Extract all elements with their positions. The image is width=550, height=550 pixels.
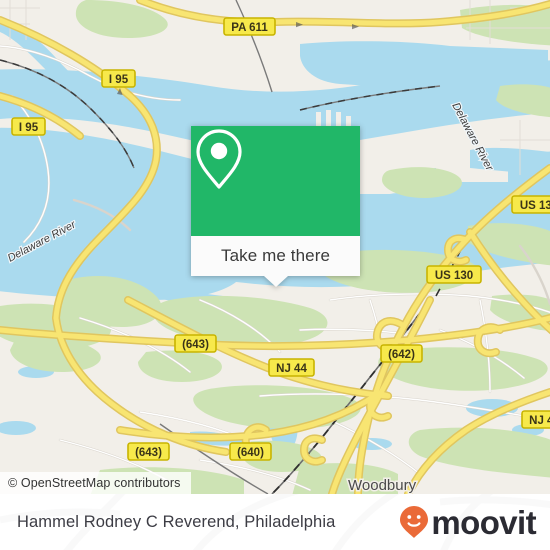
road-shield-label: I 95	[19, 122, 39, 134]
road-shield: NJ 47	[521, 410, 550, 429]
road-shield-label: US 130	[520, 200, 550, 212]
place-label: Woodbury	[348, 477, 417, 494]
road-shield: (642)	[380, 344, 423, 363]
road-shield-label: I 95	[109, 74, 129, 86]
screenshot-root: Delaware River Delaware River Woodbury PA 6…	[0, 0, 550, 550]
osm-attribution-text: © OpenStreetMap contributors	[8, 476, 181, 490]
road-shield-label: (642)	[388, 349, 415, 361]
moovit-logo[interactable]: moovit	[399, 503, 537, 541]
osm-attribution[interactable]: © OpenStreetMap contributors	[0, 472, 191, 494]
road-shield-label: NJ 47	[529, 415, 550, 427]
callout-icon-area	[191, 126, 360, 236]
map-canvas[interactable]: Delaware River Delaware River Woodbury PA 6…	[0, 0, 550, 494]
road-shield-label: (640)	[237, 447, 264, 459]
road-shield: I 95	[101, 69, 136, 88]
moovit-smiley-pin-icon	[400, 506, 429, 538]
road-shield: (640)	[229, 442, 272, 461]
road-shield: PA 611	[223, 17, 276, 36]
road-shield-label: NJ 44	[276, 363, 307, 375]
callout-button-label: Take me there	[220, 246, 331, 265]
road-shield: US 130	[511, 195, 550, 214]
road-shield: US 130	[426, 265, 482, 284]
road-shield: (643)	[174, 334, 217, 353]
road-shield: I 95	[11, 117, 46, 136]
take-me-there-callout[interactable]: Take me there	[191, 126, 360, 287]
road-shield-label: (643)	[135, 447, 162, 459]
callout-button[interactable]: Take me there	[191, 236, 360, 276]
road-shield: NJ 44	[268, 358, 315, 377]
road-shield-label: US 130	[435, 270, 473, 282]
road-shield-label: PA 611	[231, 22, 268, 34]
location-pin-icon	[196, 129, 242, 189]
page-title: Hammel Rodney C Reverend, Philadelphia	[17, 512, 336, 531]
road-shield: (643)	[127, 442, 170, 461]
moovit-wordmark: moovit	[431, 503, 536, 541]
road-shield-label: (643)	[182, 339, 209, 351]
footer-bar: Hammel Rodney C Reverend, Philadelphia m…	[0, 494, 550, 550]
callout-tail	[263, 276, 288, 287]
